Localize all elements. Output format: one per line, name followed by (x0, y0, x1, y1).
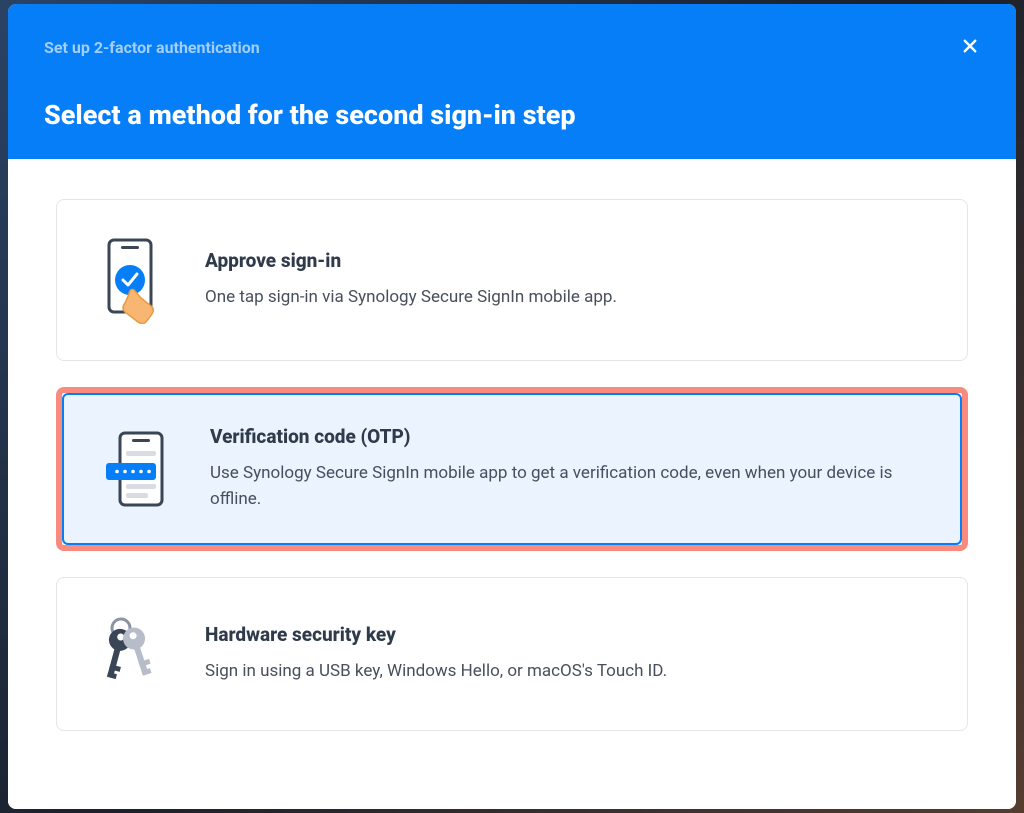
option-description: Use Synology Secure SignIn mobile app to… (210, 460, 932, 513)
option-title: Verification code (OTP) (210, 425, 932, 448)
dialog-header-label: Set up 2-factor authentication (44, 38, 980, 57)
dialog-body: Approve sign-in One tap sign-in via Syno… (8, 159, 1016, 809)
verification-code-icon (104, 429, 182, 509)
option-hardware-key[interactable]: Hardware security key Sign in using a US… (56, 577, 968, 731)
dialog-title: Select a method for the second sign-in s… (44, 99, 980, 131)
two-factor-setup-dialog: Set up 2-factor authentication Select a … (8, 4, 1016, 809)
hardware-key-icon (99, 614, 177, 694)
option-approve-signin[interactable]: Approve sign-in One tap sign-in via Syno… (56, 199, 968, 361)
option-verification-code[interactable]: Verification code (OTP) Use Synology Sec… (56, 387, 968, 551)
close-button[interactable] (956, 32, 984, 60)
option-title: Approve sign-in (205, 249, 937, 272)
dialog-header: Set up 2-factor authentication Select a … (8, 4, 1016, 159)
close-icon (961, 37, 979, 55)
option-title: Hardware security key (205, 623, 937, 646)
option-description: Sign in using a USB key, Windows Hello, … (205, 658, 937, 684)
option-description: One tap sign-in via Synology Secure Sign… (205, 284, 937, 310)
approve-signin-icon (99, 236, 177, 324)
